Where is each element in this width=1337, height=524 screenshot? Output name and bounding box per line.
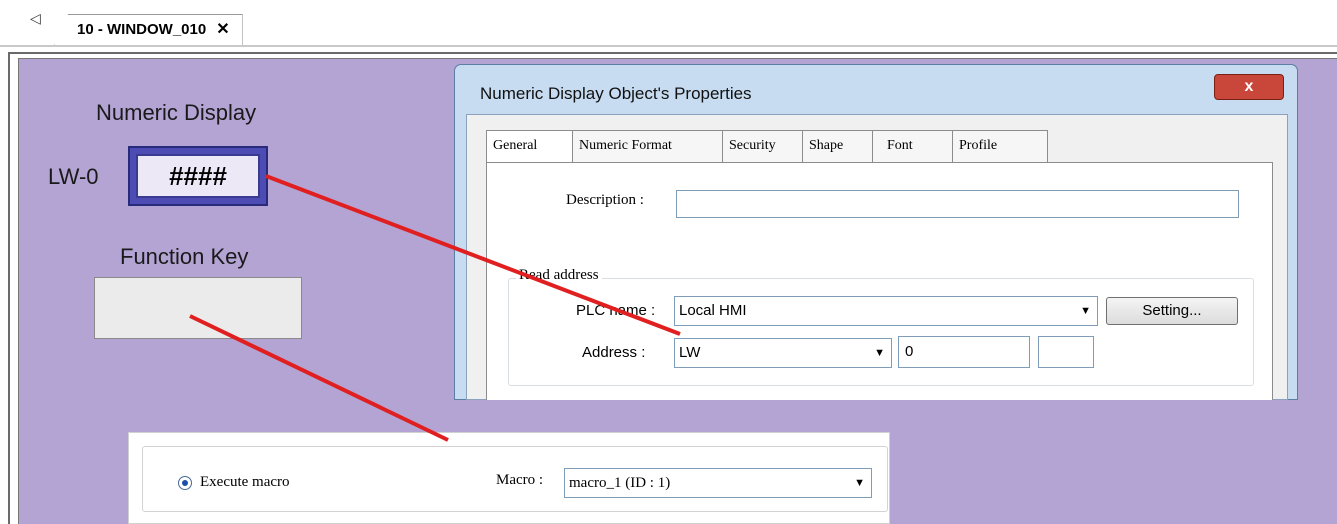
pointer-line-numeric-display (265, 174, 681, 336)
annotation-lines (189, 174, 681, 442)
pointer-line-function-key (189, 314, 449, 442)
